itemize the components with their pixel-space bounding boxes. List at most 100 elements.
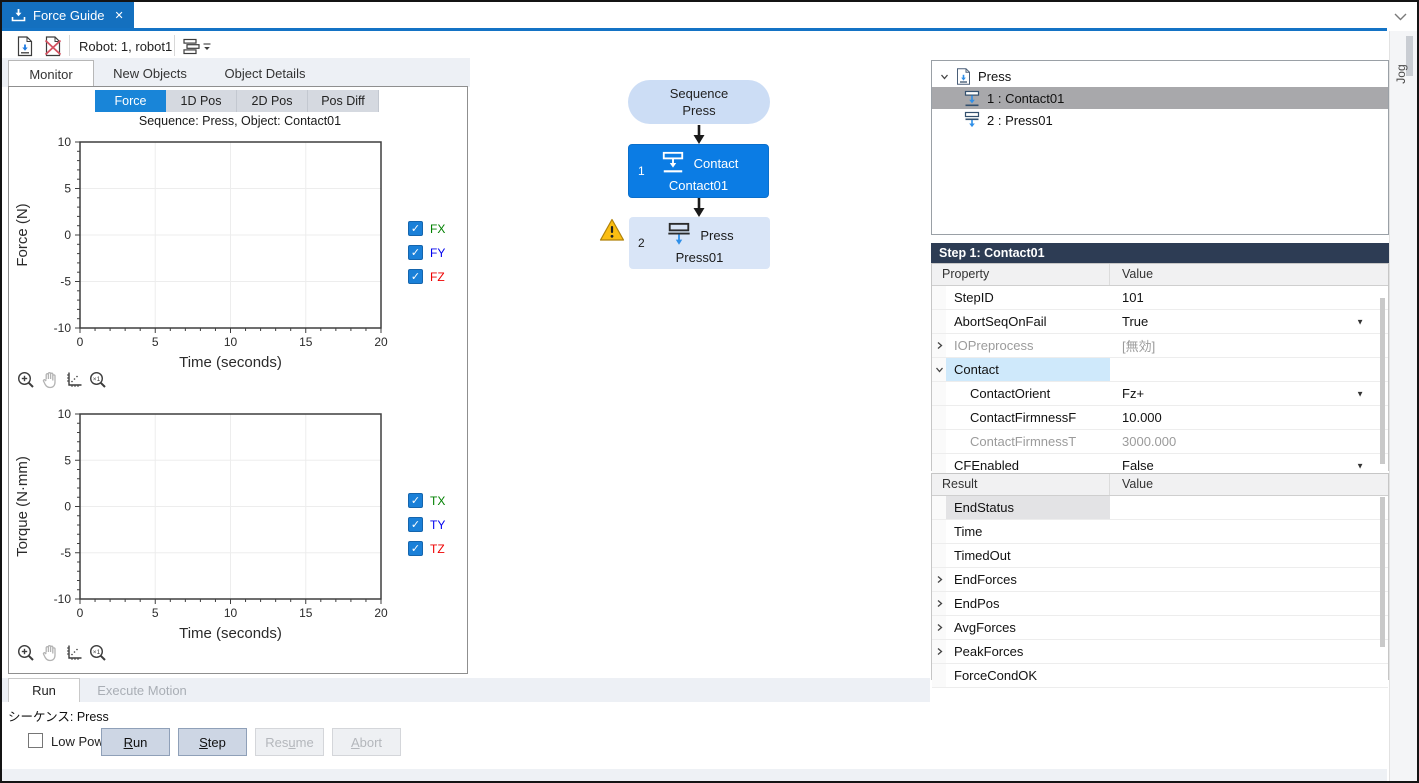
row-gutter <box>932 310 946 333</box>
row-expander-icon[interactable] <box>932 358 946 381</box>
series-toggle-fy[interactable]: ✓FY <box>408 245 445 260</box>
series-toggle-tx[interactable]: ✓TX <box>408 493 445 508</box>
row-expander-icon[interactable] <box>932 616 946 639</box>
property-row-contact[interactable]: Contact <box>932 358 1388 382</box>
cell-value[interactable]: [無効] <box>1110 334 1388 357</box>
row-expander-icon[interactable] <box>932 334 946 357</box>
row-expander-icon[interactable] <box>932 592 946 615</box>
property-row-stepid[interactable]: StepID101 <box>932 286 1388 310</box>
cell-value[interactable]: Fz+▼ <box>1110 382 1388 405</box>
svg-text:Time (seconds): Time (seconds) <box>179 625 282 642</box>
result-row-timedout[interactable]: TimedOut <box>932 544 1388 568</box>
tab-force-guide[interactable]: Force Guide ✕ <box>2 2 134 28</box>
tab-run[interactable]: Run <box>8 678 80 702</box>
property-row-contactfirmnesst[interactable]: ContactFirmnessT3000.000 <box>932 430 1388 454</box>
zoom-reset-icon[interactable]: ×1 <box>88 370 108 390</box>
force-chart[interactable]: 05101520-10-50510Time (seconds)Force (N) <box>8 130 460 372</box>
chevron-down-icon[interactable] <box>1394 8 1407 26</box>
pan-hand-icon[interactable] <box>40 370 60 390</box>
axis-scale-icon[interactable] <box>64 643 84 663</box>
tree-item-1contact01[interactable]: 1 : Contact01 <box>932 87 1388 109</box>
dropdown-arrow-icon[interactable]: ▼ <box>1356 461 1364 470</box>
toolbar-overflow-icon[interactable] <box>202 40 212 58</box>
cell-value[interactable] <box>1110 544 1388 567</box>
cell-value[interactable]: 10.000 <box>1110 406 1388 429</box>
cell-value[interactable] <box>1110 520 1388 543</box>
tab-jog[interactable]: Jog <box>1394 54 1408 94</box>
cell-value[interactable]: 101 <box>1110 286 1388 309</box>
dropdown-arrow-icon[interactable]: ▼ <box>1356 389 1364 398</box>
series-toggle-tz[interactable]: ✓TZ <box>408 541 445 556</box>
dropdown-arrow-icon[interactable]: ▼ <box>1356 317 1364 326</box>
series-toggle-fx[interactable]: ✓FX <box>408 221 445 236</box>
result-row-forcecondok[interactable]: ForceCondOK <box>932 664 1388 688</box>
tree-item-2press01[interactable]: 2 : Press01 <box>932 109 1388 131</box>
subtab-pos-diff[interactable]: Pos Diff <box>308 90 379 112</box>
checkbox-checked-icon[interactable]: ✓ <box>408 517 423 532</box>
result-grid-scrollbar[interactable] <box>1380 497 1385 647</box>
cell-value[interactable] <box>1110 664 1388 687</box>
subtab-1d-pos[interactable]: 1D Pos <box>166 90 237 112</box>
force-chart-zoom-toolbar: ×1 <box>16 370 108 390</box>
sequence-start-node[interactable]: Sequence Press <box>628 80 770 124</box>
result-row-time[interactable]: Time <box>932 520 1388 544</box>
row-expander-icon[interactable] <box>932 640 946 663</box>
tab-execute-motion[interactable]: Execute Motion <box>82 678 202 702</box>
result-row-endforces[interactable]: EndForces <box>932 568 1388 592</box>
checkbox-checked-icon[interactable]: ✓ <box>408 269 423 284</box>
checkbox-checked-icon[interactable]: ✓ <box>408 541 423 556</box>
step-button[interactable]: Step <box>178 728 247 756</box>
series-toggle-ty[interactable]: ✓TY <box>408 517 445 532</box>
property-row-iopreprocess[interactable]: IOPreprocess[無効] <box>932 334 1388 358</box>
series-toggle-fz[interactable]: ✓FZ <box>408 269 445 284</box>
cell-value[interactable] <box>1110 616 1388 639</box>
zoom-reset-icon[interactable]: ×1 <box>88 643 108 663</box>
result-row-endstatus[interactable]: EndStatus <box>932 496 1388 520</box>
result-row-peakforces[interactable]: PeakForces <box>932 640 1388 664</box>
window-layout-icon[interactable] <box>180 35 202 57</box>
clear-data-icon[interactable] <box>42 35 64 57</box>
checkbox-checked-icon[interactable]: ✓ <box>408 493 423 508</box>
close-icon[interactable]: ✕ <box>115 9 124 22</box>
flow-step-press[interactable]: 2 Press Press01 <box>629 217 770 269</box>
zoom-in-icon[interactable] <box>16 370 36 390</box>
cell-value[interactable]: 3000.000 <box>1110 430 1388 453</box>
run-button[interactable]: Run <box>101 728 170 756</box>
subtab-force[interactable]: Force <box>95 90 166 112</box>
property-row-contactorient[interactable]: ContactOrientFz+▼ <box>932 382 1388 406</box>
property-grid-scrollbar[interactable] <box>1380 298 1385 464</box>
tree-root-press[interactable]: Press <box>932 65 1388 87</box>
cell-name: StepID <box>946 286 1110 309</box>
row-gutter <box>932 664 946 687</box>
tab-object-details[interactable]: Object Details <box>206 60 324 87</box>
row-expander-icon[interactable] <box>932 568 946 591</box>
low-power-checkbox[interactable] <box>28 733 43 748</box>
result-row-avgforces[interactable]: AvgForces <box>932 616 1388 640</box>
tree-expander-icon[interactable] <box>940 72 949 81</box>
cell-value[interactable] <box>1110 568 1388 591</box>
abort-button[interactable]: Abort <box>332 728 401 756</box>
step-panel-header: Step 1: Contact01 <box>931 243 1389 263</box>
flow-step-contact[interactable]: 1 Contact Contact01 <box>628 144 769 198</box>
cell-value[interactable] <box>1110 592 1388 615</box>
torque-chart[interactable]: 05101520-10-50510Time (seconds)Torque (N… <box>8 402 460 644</box>
cell-value[interactable] <box>1110 496 1388 519</box>
checkbox-checked-icon[interactable]: ✓ <box>408 221 423 236</box>
property-grid: Property Value StepID101AbortSeqOnFailTr… <box>931 263 1389 471</box>
axis-scale-icon[interactable] <box>64 370 84 390</box>
tab-new-objects[interactable]: New Objects <box>96 60 204 87</box>
checkbox-checked-icon[interactable]: ✓ <box>408 245 423 260</box>
cell-value[interactable] <box>1110 640 1388 663</box>
cell-value[interactable]: True▼ <box>1110 310 1388 333</box>
resume-button[interactable]: Resume <box>255 728 324 756</box>
property-row-contactfirmnessf[interactable]: ContactFirmnessF10.000 <box>932 406 1388 430</box>
subtab-2d-pos[interactable]: 2D Pos <box>237 90 308 112</box>
property-row-abortseqonfail[interactable]: AbortSeqOnFailTrue▼ <box>932 310 1388 334</box>
tab-monitor[interactable]: Monitor <box>8 60 94 87</box>
zoom-in-icon[interactable] <box>16 643 36 663</box>
cell-name: PeakForces <box>946 640 1110 663</box>
result-row-endpos[interactable]: EndPos <box>932 592 1388 616</box>
pan-hand-icon[interactable] <box>40 643 60 663</box>
cell-value[interactable] <box>1110 358 1388 381</box>
load-data-icon[interactable] <box>14 35 36 57</box>
